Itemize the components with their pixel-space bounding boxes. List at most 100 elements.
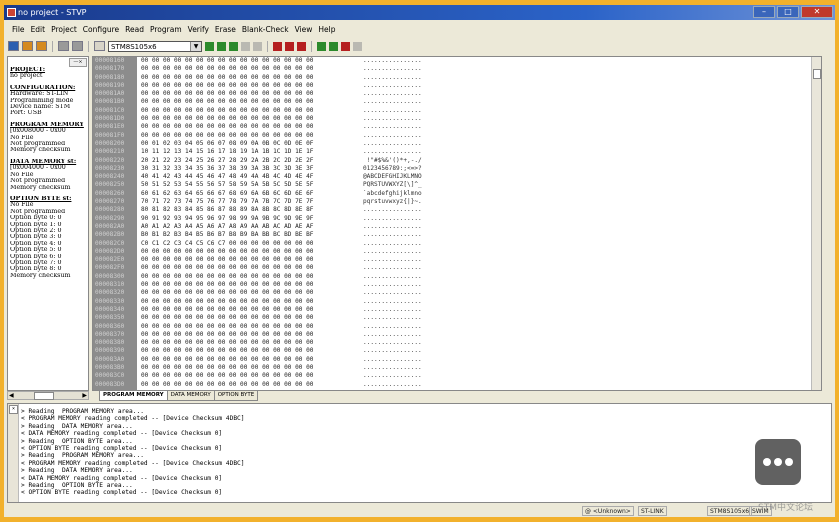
hex-row[interactable]: 10 11 12 13 14 15 16 17 18 19 1A 1B 1C 1… <box>141 148 361 156</box>
read-icon[interactable] <box>205 41 214 51</box>
ascii-row[interactable]: ................ <box>363 123 463 131</box>
ascii-row[interactable]: ................ <box>363 372 463 380</box>
hex-row[interactable]: 00 00 00 00 00 00 00 00 00 00 00 00 00 0… <box>141 289 361 297</box>
hex-row[interactable]: 40 41 42 43 44 45 46 47 48 49 4A 4B 4C 4… <box>141 173 361 181</box>
hex-row[interactable]: 00 00 00 00 00 00 00 00 00 00 00 00 00 0… <box>141 115 361 123</box>
hex-row[interactable]: 00 00 00 00 00 00 00 00 00 00 00 00 00 0… <box>141 381 361 389</box>
ascii-row[interactable]: ................ <box>363 65 463 73</box>
menu-erase[interactable]: Erase <box>215 24 236 36</box>
ascii-row[interactable]: PQRSTUVWXYZ[\]^_ <box>363 181 463 189</box>
close-panel-icon[interactable]: —× <box>69 58 87 67</box>
left-horizontal-scrollbar[interactable]: ◀ ▶ <box>7 391 89 400</box>
hex-row[interactable]: 50 51 52 53 54 55 56 57 58 59 5A 5B 5C 5… <box>141 181 361 189</box>
hex-column[interactable]: 00 00 00 00 00 00 00 00 00 00 00 00 00 0… <box>141 57 361 389</box>
ascii-row[interactable]: ................ <box>363 206 463 214</box>
ascii-row[interactable]: ................ <box>363 281 463 289</box>
program-current-icon[interactable] <box>297 41 306 51</box>
blank-check-icon[interactable] <box>353 41 362 51</box>
ascii-row[interactable]: ................ <box>363 132 463 140</box>
hex-row[interactable]: 00 00 00 00 00 00 00 00 00 00 00 00 00 0… <box>141 281 361 289</box>
ascii-row[interactable]: ................ <box>363 248 463 256</box>
hex-row[interactable]: 00 00 00 00 00 00 00 00 00 00 00 00 00 0… <box>141 323 361 331</box>
hex-row[interactable]: 30 31 32 33 34 35 36 37 38 39 3A 3B 3C 3… <box>141 165 361 173</box>
hex-row[interactable]: 00 01 02 03 04 05 06 07 08 09 0A 0B 0C 0… <box>141 140 361 148</box>
hex-row[interactable]: A0 A1 A2 A3 A4 A5 A6 A7 A8 A9 AA AB AC A… <box>141 223 361 231</box>
hex-row[interactable]: 00 00 00 00 00 00 00 00 00 00 00 00 00 0… <box>141 364 361 372</box>
hex-row[interactable]: C0 C1 C2 C3 C4 C5 C6 C7 00 00 00 00 00 0… <box>141 240 361 248</box>
menu-help[interactable]: Help <box>318 24 335 36</box>
hex-row[interactable]: 00 00 00 00 00 00 00 00 00 00 00 00 00 0… <box>141 98 361 106</box>
tab-option-byte[interactable]: OPTION BYTE <box>213 391 259 401</box>
ascii-row[interactable]: !"#$%&'()*+,-./ <box>363 157 463 165</box>
paste-icon[interactable] <box>72 41 83 51</box>
ascii-row[interactable]: ................ <box>363 231 463 239</box>
ascii-row[interactable]: ................ <box>363 364 463 372</box>
menu-configure[interactable]: Configure <box>83 24 119 36</box>
hex-row[interactable]: 20 21 22 23 24 25 26 27 28 29 2A 2B 2C 2… <box>141 157 361 165</box>
scrollbar-thumb[interactable] <box>813 69 821 79</box>
hex-row[interactable]: 00 00 00 00 00 00 00 00 00 00 00 00 00 0… <box>141 298 361 306</box>
hex-row[interactable]: 60 61 62 63 64 65 66 67 68 69 6A 6B 6C 6… <box>141 190 361 198</box>
menu-project[interactable]: Project <box>51 24 77 36</box>
menu-file[interactable]: File <box>12 24 25 36</box>
close-button[interactable]: ✕ <box>801 6 833 18</box>
ascii-row[interactable]: ................ <box>363 148 463 156</box>
program-all-icon[interactable] <box>273 41 282 51</box>
hex-row[interactable]: 00 00 00 00 00 00 00 00 00 00 00 00 00 0… <box>141 248 361 256</box>
memory-view[interactable]: 00008160 00008170 00008180 00008190 000081A0… <box>92 56 822 391</box>
menu-edit[interactable]: Edit <box>31 24 46 36</box>
ascii-row[interactable]: ................ <box>363 215 463 223</box>
hex-row[interactable]: 00 00 00 00 00 00 00 00 00 00 00 00 00 0… <box>141 256 361 264</box>
program-icon[interactable] <box>229 41 238 51</box>
hex-row[interactable]: 00 00 00 00 00 00 00 00 00 00 00 00 00 0… <box>141 74 361 82</box>
ascii-row[interactable]: ................ <box>363 107 463 115</box>
hex-row[interactable]: 00 00 00 00 00 00 00 00 00 00 00 00 00 0… <box>141 132 361 140</box>
hex-row[interactable]: 00 00 00 00 00 00 00 00 00 00 00 00 00 0… <box>141 273 361 281</box>
hex-row[interactable]: 80 81 82 83 84 85 86 87 88 89 8A 8B 8C 8… <box>141 206 361 214</box>
hex-row[interactable]: 00 00 00 00 00 00 00 00 00 00 00 00 00 0… <box>141 347 361 355</box>
menu-read[interactable]: Read <box>125 24 144 36</box>
chat-bubble-icon[interactable] <box>755 439 801 485</box>
scroll-right-icon[interactable]: ▶ <box>82 392 87 399</box>
ascii-row[interactable]: ................ <box>363 381 463 389</box>
hex-row[interactable]: 00 00 00 00 00 00 00 00 00 00 00 00 00 0… <box>141 331 361 339</box>
hex-row[interactable]: 00 00 00 00 00 00 00 00 00 00 00 00 00 0… <box>141 123 361 131</box>
ascii-row[interactable]: ................ <box>363 57 463 65</box>
ascii-row[interactable]: ................ <box>363 356 463 364</box>
ascii-row[interactable]: `abcdefghijklmno <box>363 190 463 198</box>
read-all-icon[interactable] <box>217 41 226 51</box>
hex-row[interactable]: 00 00 00 00 00 00 00 00 00 00 00 00 00 0… <box>141 57 361 65</box>
ascii-row[interactable]: ................ <box>363 306 463 314</box>
verify-all-icon[interactable] <box>329 41 338 51</box>
erase-current-icon[interactable] <box>341 41 350 51</box>
ascii-row[interactable]: @ABCDEFGHIJKLMNO <box>363 173 463 181</box>
copy-icon[interactable] <box>58 41 69 51</box>
hex-row[interactable]: 00 00 00 00 00 00 00 00 00 00 00 00 00 0… <box>141 339 361 347</box>
project-icon[interactable] <box>36 41 47 51</box>
hex-row[interactable]: 00 00 00 00 00 00 00 00 00 00 00 00 00 0… <box>141 372 361 380</box>
hex-row[interactable]: 00 00 00 00 00 00 00 00 00 00 00 00 00 0… <box>141 356 361 364</box>
menu-blank-check[interactable]: Blank-Check <box>242 24 289 36</box>
menu-verify[interactable]: Verify <box>188 24 209 36</box>
tab-data-memory[interactable]: DATA MEMORY <box>166 391 215 401</box>
ascii-row[interactable]: ................ <box>363 74 463 82</box>
ascii-row[interactable]: ................ <box>363 331 463 339</box>
memory-vertical-scrollbar[interactable] <box>811 57 821 390</box>
ascii-row[interactable]: pqrstuvwxyz{|}~. <box>363 198 463 206</box>
hex-row[interactable]: 00 00 00 00 00 00 00 00 00 00 00 00 00 0… <box>141 264 361 272</box>
ascii-row[interactable]: ................ <box>363 223 463 231</box>
verify-current-icon[interactable] <box>317 41 326 51</box>
ascii-row[interactable]: ................ <box>363 264 463 272</box>
ascii-row[interactable]: ................ <box>363 289 463 297</box>
ascii-row[interactable]: ................ <box>363 314 463 322</box>
ascii-column[interactable]: ........................................… <box>363 57 463 389</box>
menu-program[interactable]: Program <box>150 24 182 36</box>
hex-row[interactable]: 90 91 92 93 94 95 96 97 98 99 9A 9B 9C 9… <box>141 215 361 223</box>
open-icon[interactable] <box>22 41 33 51</box>
hex-row[interactable]: 00 00 00 00 00 00 00 00 00 00 00 00 00 0… <box>141 82 361 90</box>
ascii-row[interactable]: ................ <box>363 347 463 355</box>
ascii-row[interactable]: ................ <box>363 256 463 264</box>
ascii-row[interactable]: ................ <box>363 298 463 306</box>
maximize-button[interactable]: □ <box>777 6 799 18</box>
ascii-row[interactable]: 0123456789:;<=>? <box>363 165 463 173</box>
